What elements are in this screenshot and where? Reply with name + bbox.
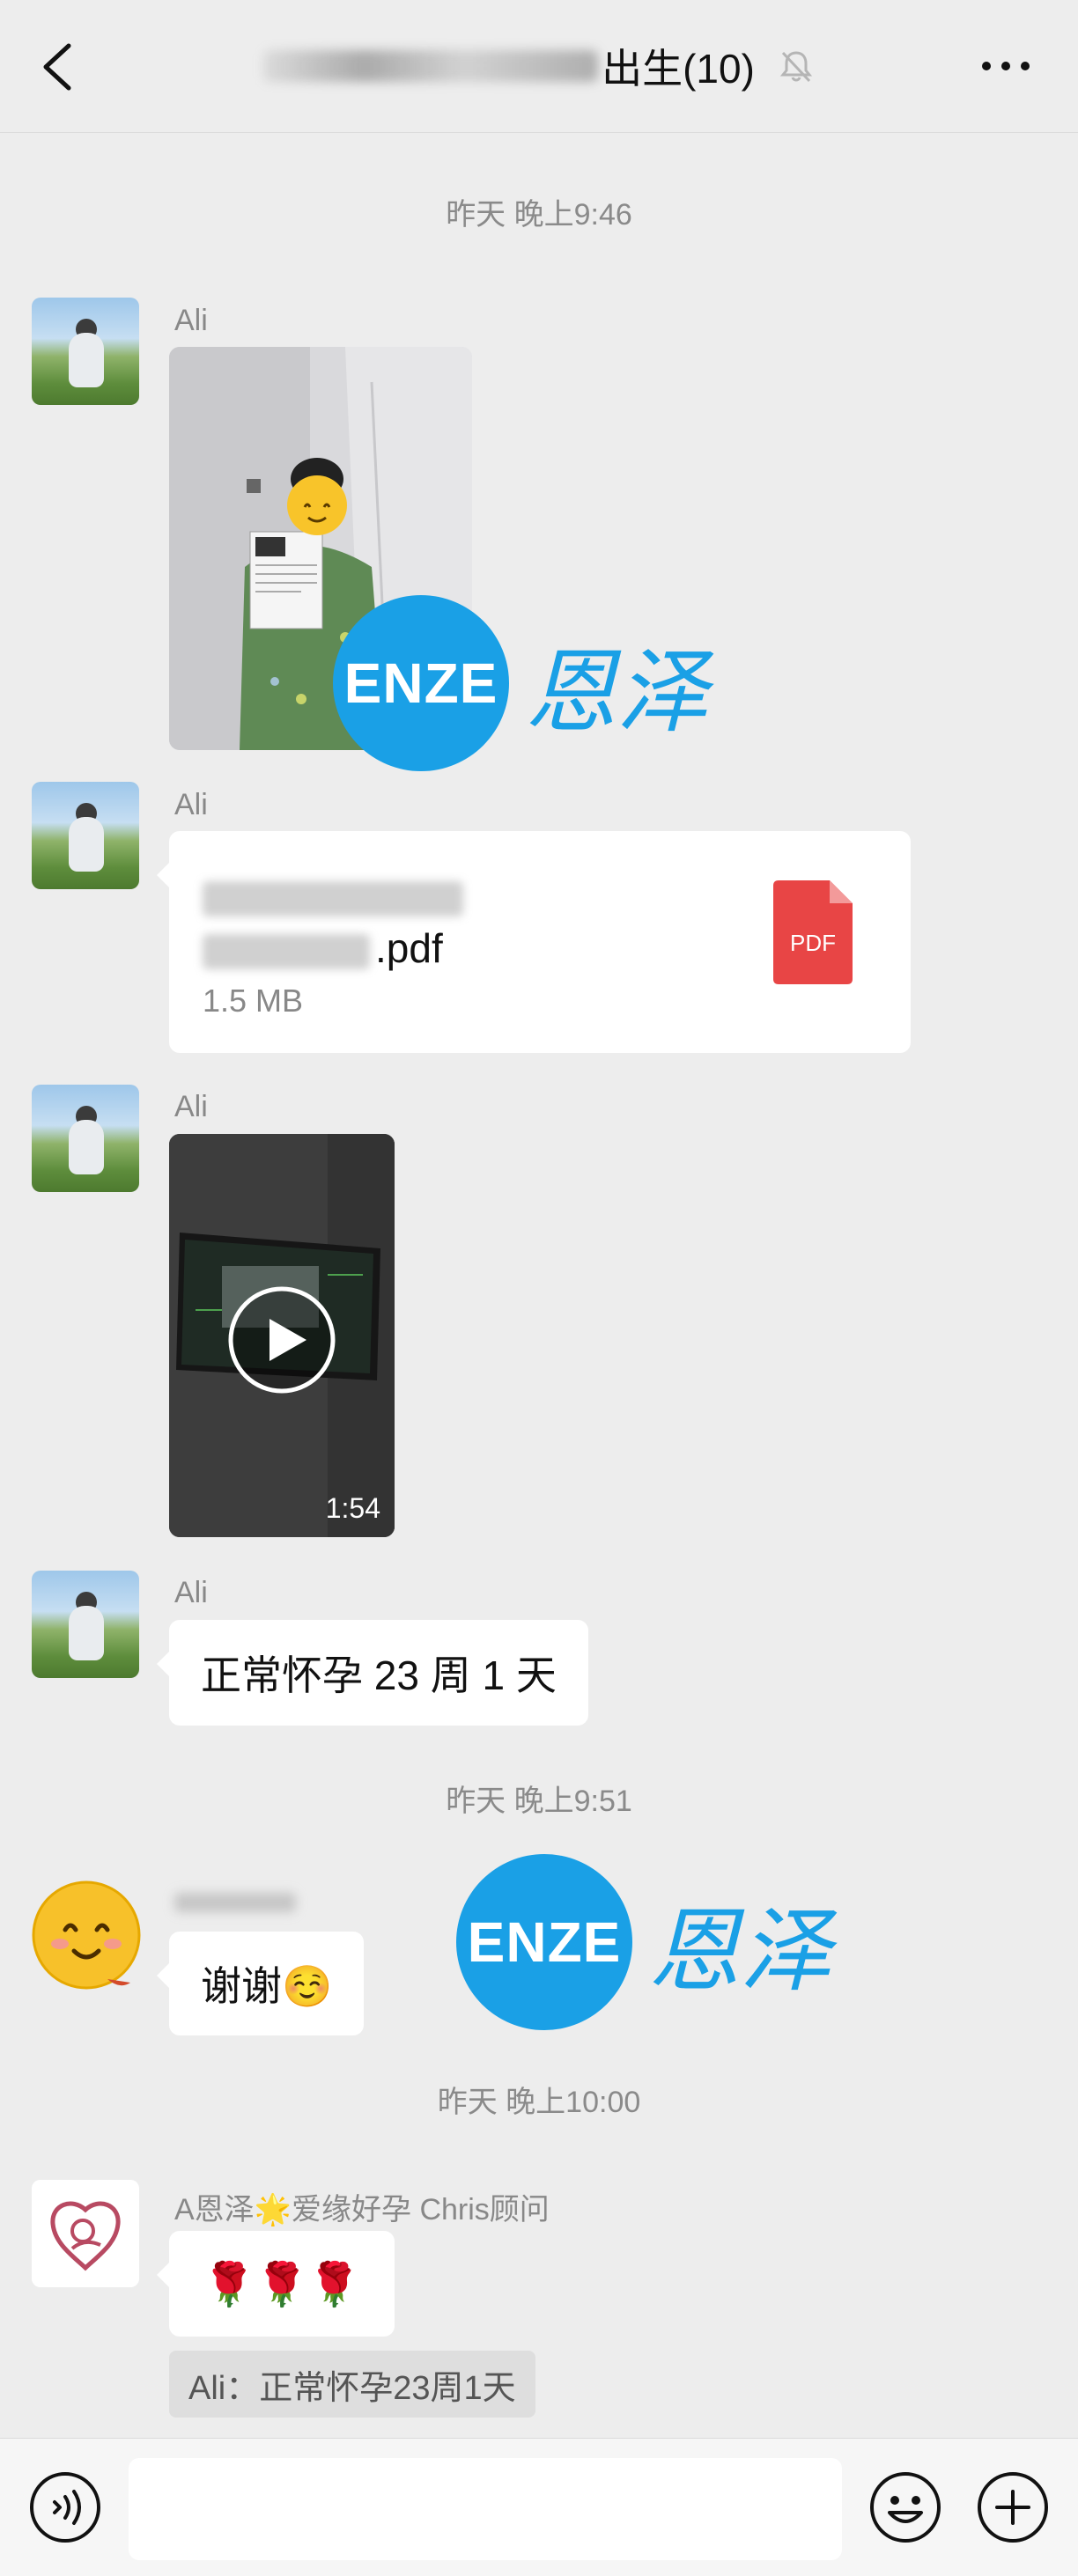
input-bar xyxy=(0,2438,1078,2576)
sender-name: A恩泽🌟爱缘好孕 Chris顾问 xyxy=(174,2193,550,2226)
file-size: 1.5 MB xyxy=(203,983,304,1019)
video-message[interactable]: 1:54 xyxy=(169,1134,395,1537)
more-dots-icon[interactable] xyxy=(979,55,1032,77)
message-input[interactable] xyxy=(129,2458,842,2560)
chat-title: 出生(10) xyxy=(0,37,1078,95)
avatar[interactable] xyxy=(32,1571,139,1678)
watermark-logo: ENZE xyxy=(333,595,509,771)
text-message[interactable]: 正常怀孕 23 周 1 天 xyxy=(157,1620,588,1726)
watermark-text: 恩泽 xyxy=(648,1896,832,2005)
brand-logo-avatar xyxy=(32,2180,139,2287)
pdf-label: PDF xyxy=(790,930,836,956)
file-extension: .pdf xyxy=(375,925,443,971)
quote-text: Ali：正常怀孕23周1天 xyxy=(188,2369,516,2407)
play-icon[interactable] xyxy=(227,1285,336,1395)
watermark-text: 恩泽 xyxy=(525,637,709,746)
sender-name: Ali xyxy=(174,1090,208,1123)
avatar[interactable] xyxy=(32,1880,141,1990)
file-name-line2: .pdf xyxy=(203,924,443,972)
avatar[interactable] xyxy=(32,782,139,889)
bell-off-icon xyxy=(779,51,813,83)
voice-icon[interactable] xyxy=(28,2470,102,2544)
message-text: 谢谢☺️ xyxy=(201,1963,333,2009)
file-name xyxy=(203,872,463,919)
redacted-file-name xyxy=(203,933,370,969)
sender-name: Ali xyxy=(174,788,208,821)
watermark: ENZE 恩泽 xyxy=(456,1854,831,2030)
watermark-logo: ENZE xyxy=(456,1854,632,2030)
avatar[interactable] xyxy=(32,298,139,405)
redacted-title-part xyxy=(263,50,599,82)
video-duration: 1:54 xyxy=(325,1492,380,1524)
redacted-file-name xyxy=(203,880,463,916)
pdf-file-icon: PDF xyxy=(773,880,853,984)
message-text: 正常怀孕 23 周 1 天 xyxy=(201,1652,557,1698)
message-text: 🌹🌹🌹 xyxy=(203,2261,361,2308)
emoji-avatar xyxy=(32,1880,141,1990)
chat-header: 出生(10) xyxy=(0,0,1078,133)
redacted-sender-name xyxy=(174,1893,296,1912)
avatar[interactable] xyxy=(32,2180,139,2287)
timestamp: 昨天 晚上10:00 xyxy=(437,2086,641,2119)
sender-name: Ali xyxy=(174,304,208,337)
text-message[interactable]: 🌹🌹🌹 xyxy=(157,2231,395,2337)
plus-icon[interactable] xyxy=(976,2470,1050,2544)
sender-name: Ali xyxy=(174,1576,208,1609)
chat-title-text: 出生(10) xyxy=(602,46,755,92)
quoted-message[interactable]: Ali：正常怀孕23周1天 xyxy=(169,2351,535,2418)
timestamp: 昨天 晚上9:51 xyxy=(446,1785,632,1818)
text-message[interactable]: 谢谢☺️ xyxy=(156,1932,365,2035)
file-message[interactable]: .pdf 1.5 MB PDF xyxy=(157,831,911,1053)
watermark: ENZE 恩泽 xyxy=(333,595,708,771)
avatar[interactable] xyxy=(32,1085,139,1192)
timestamp: 昨天 晚上9:46 xyxy=(446,198,632,232)
emoji-icon[interactable] xyxy=(868,2470,942,2544)
